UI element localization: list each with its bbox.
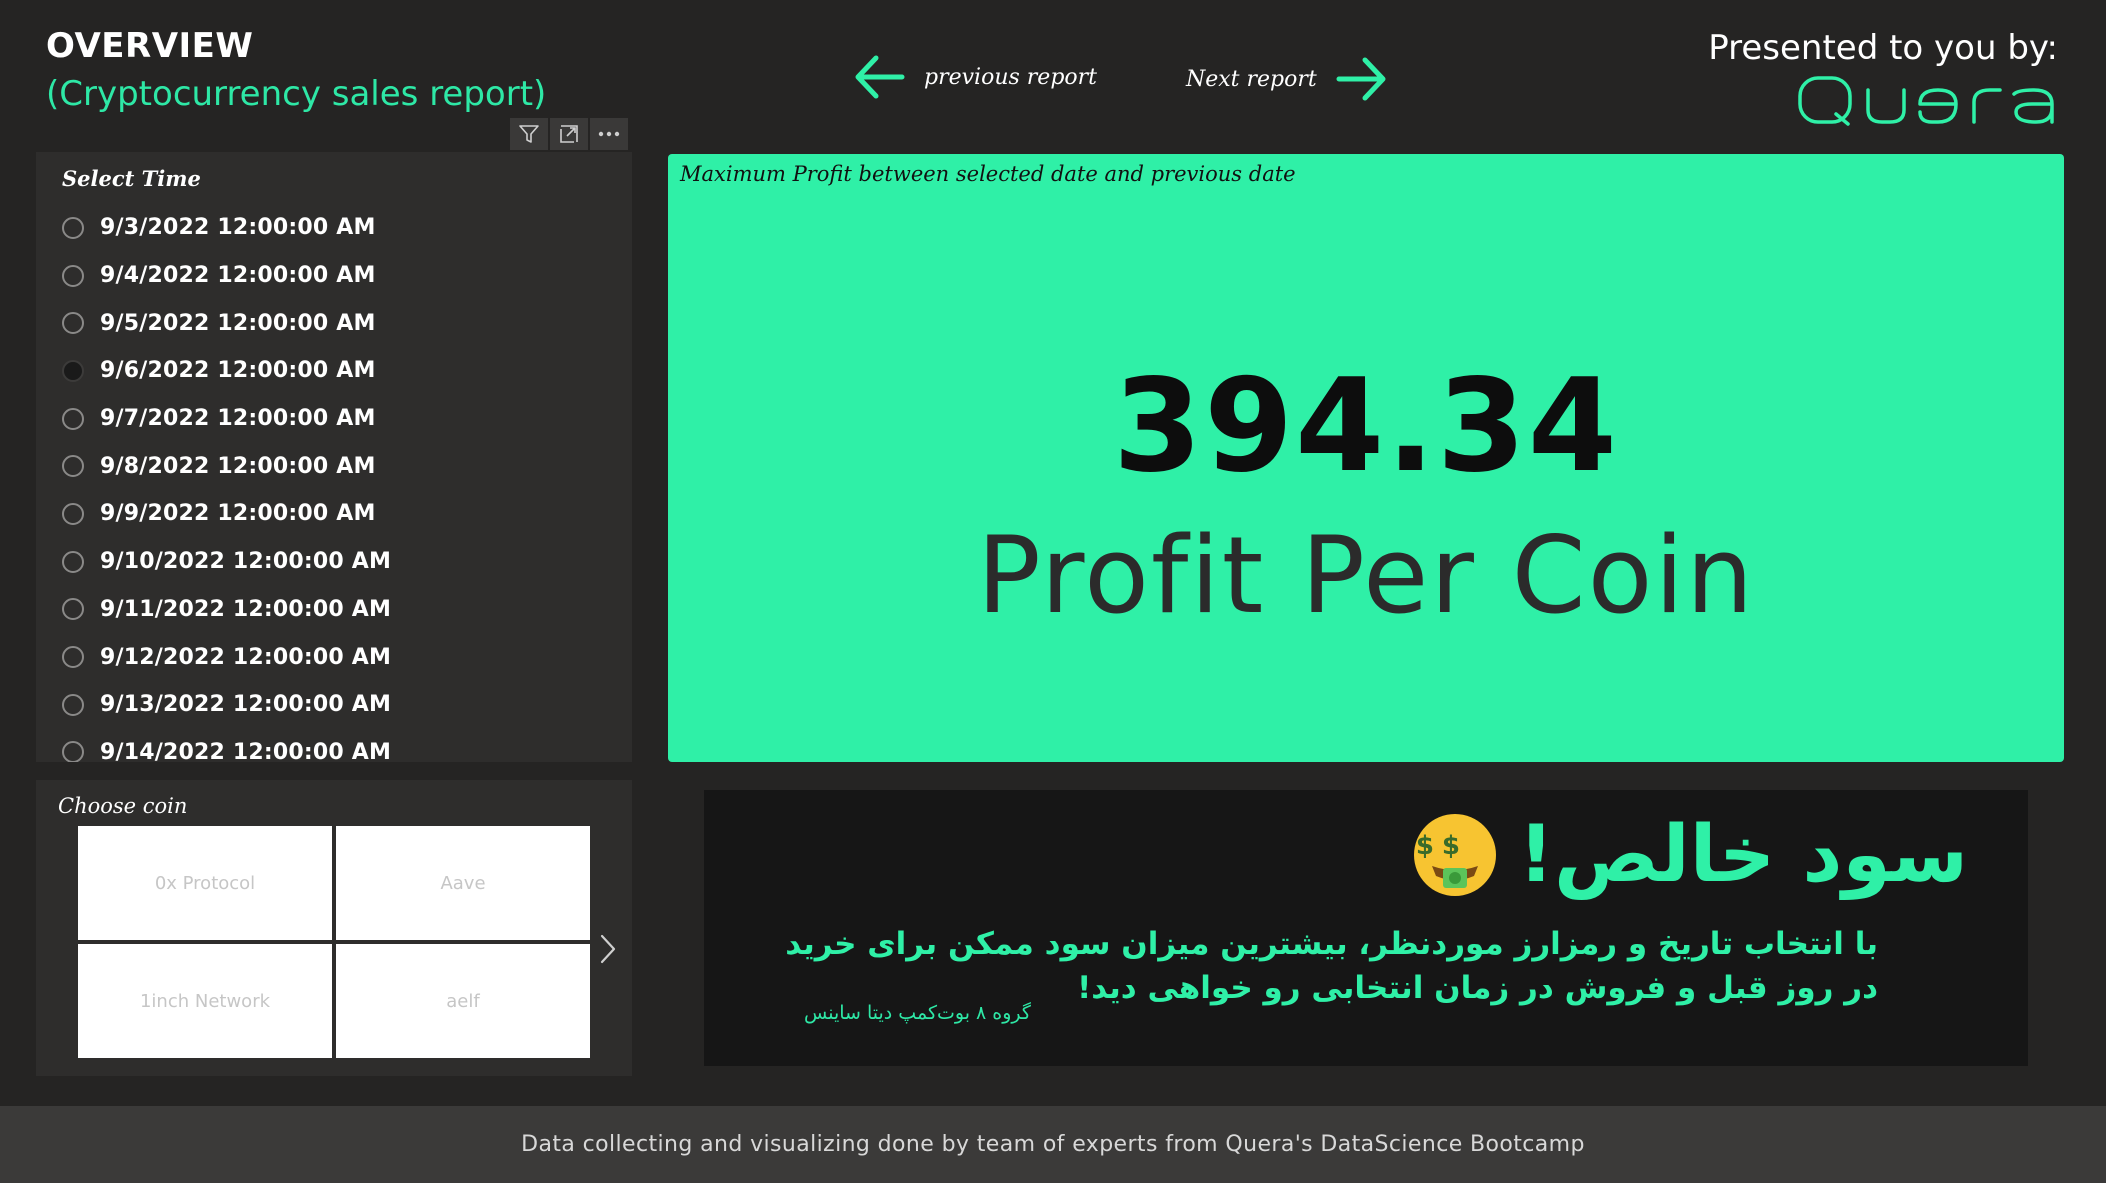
- more-options-icon: [598, 131, 620, 137]
- svg-text:$: $: [1442, 831, 1460, 861]
- radio-button-selected[interactable]: [62, 359, 84, 382]
- coin-slicer: Choose coin 0x Protocol Aave 1inch Netwo…: [36, 780, 632, 1076]
- next-report-button[interactable]: Next report: [1186, 54, 1389, 104]
- time-option-label: 9/4/2022 12:00:00 AM: [100, 263, 376, 289]
- time-option-label: 9/7/2022 12:00:00 AM: [100, 406, 376, 432]
- time-option[interactable]: 9/13/2022 12:00:00 AM: [62, 681, 622, 729]
- info-description: با انتخاب تاریخ و رمزارز موردنظر، بیشتری…: [785, 926, 1878, 1006]
- time-option[interactable]: 9/4/2022 12:00:00 AM: [62, 252, 622, 300]
- time-option-label: 9/14/2022 12:00:00 AM: [100, 739, 392, 762]
- time-option[interactable]: 9/12/2022 12:00:00 AM: [62, 633, 622, 681]
- time-option[interactable]: 9/14/2022 12:00:00 AM: [62, 729, 622, 762]
- coin-tile[interactable]: 1inch Network: [78, 944, 332, 1058]
- svg-text:$: $: [1416, 831, 1434, 861]
- radio-button[interactable]: [62, 550, 84, 573]
- footer-bar: Data collecting and visualizing done by …: [0, 1106, 2106, 1183]
- kpi-value: 394.34: [1113, 352, 1619, 501]
- arrow-right-icon: [1336, 57, 1386, 101]
- coin-tile-grid: 0x Protocol Aave 1inch Network aelf: [78, 826, 590, 1058]
- radio-button[interactable]: [62, 216, 84, 239]
- radio-button[interactable]: [62, 693, 84, 716]
- focus-mode-button[interactable]: [550, 118, 588, 150]
- kpi-caption: Maximum Profit between selected date and…: [680, 162, 1296, 186]
- coin-tile[interactable]: Aave: [336, 826, 590, 940]
- time-option-label: 9/3/2022 12:00:00 AM: [100, 215, 376, 241]
- info-headline-text: سود خالص!: [1518, 810, 1968, 900]
- radio-button[interactable]: [62, 741, 84, 762]
- time-option-label: 9/10/2022 12:00:00 AM: [100, 549, 392, 575]
- time-slicer: Select Time 9/3/2022 12:00:00 AM 9/4/202…: [36, 152, 632, 762]
- radio-button[interactable]: [62, 502, 84, 525]
- money-mouth-face-icon: $ $: [1414, 814, 1497, 896]
- coin-slicer-title: Choose coin: [58, 794, 188, 818]
- time-slicer-list[interactable]: 9/3/2022 12:00:00 AM 9/4/2022 12:00:00 A…: [62, 204, 622, 762]
- coin-tile[interactable]: aelf: [336, 944, 590, 1058]
- chevron-right-icon[interactable]: [596, 932, 620, 966]
- page-subtitle: (Cryptocurrency sales report): [46, 74, 547, 114]
- coin-tile[interactable]: 0x Protocol: [78, 826, 332, 940]
- visual-toolbar: [510, 118, 628, 150]
- time-option-label: 9/8/2022 12:00:00 AM: [100, 453, 376, 479]
- time-slicer-title: Select Time: [62, 166, 201, 191]
- presented-by-text: Presented to you by:: [1708, 28, 2058, 68]
- time-option-label: 9/12/2022 12:00:00 AM: [100, 644, 392, 670]
- filter-icon: [519, 125, 539, 143]
- previous-report-button[interactable]: previous report: [852, 52, 1097, 102]
- kpi-label: Profit Per Coin: [976, 514, 1756, 637]
- time-option-label: 9/13/2022 12:00:00 AM: [100, 692, 392, 718]
- info-card: سود خالص! $ $ با انتخاب تاریخ و رمزارز م…: [704, 790, 2028, 1066]
- radio-button[interactable]: [62, 598, 84, 621]
- time-option-label: 9/9/2022 12:00:00 AM: [100, 501, 376, 527]
- footer-text: Data collecting and visualizing done by …: [521, 1132, 1585, 1157]
- info-headline: سود خالص! $ $: [1412, 810, 1968, 900]
- time-option-label: 9/5/2022 12:00:00 AM: [100, 310, 376, 336]
- radio-button[interactable]: [62, 407, 84, 430]
- more-options-button[interactable]: [590, 118, 628, 150]
- time-option[interactable]: 9/5/2022 12:00:00 AM: [62, 299, 622, 347]
- next-report-label: Next report: [1186, 66, 1317, 92]
- time-option-label: 9/6/2022 12:00:00 AM: [100, 358, 376, 384]
- time-option[interactable]: 9/3/2022 12:00:00 AM: [62, 204, 622, 252]
- group-credit: گروه ۸ بوت‌کمپ دیتا ساینس: [804, 1002, 1031, 1024]
- radio-button[interactable]: [62, 312, 84, 335]
- page-title: OVERVIEW: [46, 26, 254, 66]
- previous-report-label: previous report: [924, 64, 1098, 90]
- arrow-left-icon: [855, 55, 905, 99]
- quera-logo-mark: [1798, 76, 2054, 126]
- time-option-selected[interactable]: 9/6/2022 12:00:00 AM: [62, 347, 622, 395]
- time-option-label: 9/11/2022 12:00:00 AM: [100, 596, 392, 622]
- quera-logo: [1796, 74, 2058, 132]
- time-option[interactable]: 9/9/2022 12:00:00 AM: [62, 490, 622, 538]
- filter-button[interactable]: [510, 118, 548, 150]
- time-option[interactable]: 9/10/2022 12:00:00 AM: [62, 538, 622, 586]
- radio-button[interactable]: [62, 646, 84, 669]
- time-option[interactable]: 9/8/2022 12:00:00 AM: [62, 442, 622, 490]
- radio-button[interactable]: [62, 264, 84, 287]
- radio-button[interactable]: [62, 455, 84, 478]
- focus-mode-icon: [560, 125, 578, 143]
- profit-kpi-card: Maximum Profit between selected date and…: [668, 154, 2064, 762]
- time-option[interactable]: 9/11/2022 12:00:00 AM: [62, 586, 622, 634]
- time-option[interactable]: 9/7/2022 12:00:00 AM: [62, 395, 622, 443]
